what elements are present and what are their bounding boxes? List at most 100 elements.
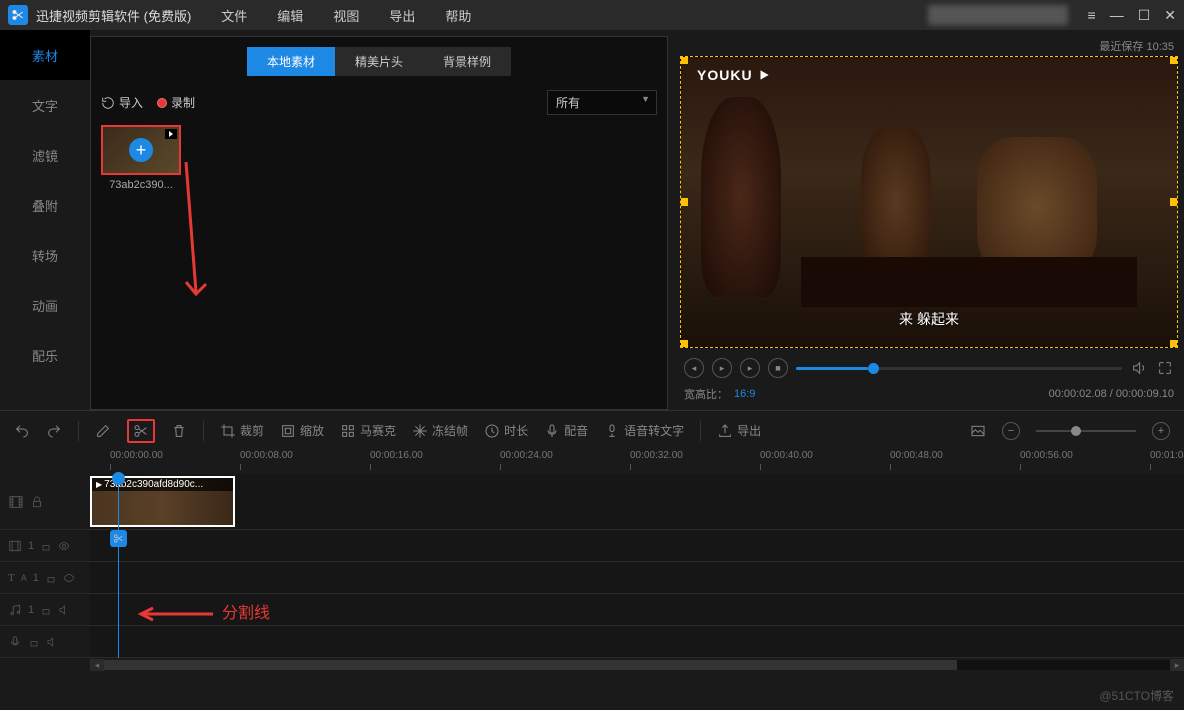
lock-icon[interactable] [40,604,52,616]
record-icon [157,98,167,108]
thumbnail-toggle[interactable] [970,423,986,439]
next-frame-button[interactable]: ▸ [740,358,760,378]
media-tab-intro[interactable]: 精美片头 [335,47,423,76]
edit-button[interactable] [95,423,111,439]
freeze-button[interactable]: 冻结帧 [412,422,468,439]
menu-help[interactable]: 帮助 [445,6,471,25]
export-button[interactable]: 导出 [717,422,761,439]
progress-knob[interactable] [868,363,879,374]
filter-dropdown[interactable]: 所有 [547,90,657,115]
preview-progress[interactable] [796,367,1122,370]
sidebar-tab-transition[interactable]: 转场 [0,230,90,280]
video-watermark: YOUKU [697,67,771,83]
zoom-knob[interactable] [1071,426,1081,436]
scroll-track[interactable] [104,660,1170,670]
lock-icon[interactable] [40,540,52,552]
dub-button[interactable]: 配音 [544,422,588,439]
media-item-name: 73ab2c390... [101,179,181,191]
sidebar-tab-text[interactable]: 文字 [0,80,90,130]
zoom-button[interactable]: 缩放 [280,422,324,439]
eye-icon[interactable] [63,572,75,584]
redo-button[interactable] [46,423,62,439]
maximize-icon[interactable]: ☐ [1138,7,1151,24]
user-area-blurred [928,5,1068,25]
media-thumbnail[interactable]: + [101,125,181,175]
media-tab-bg[interactable]: 背景样例 [423,47,511,76]
scroll-thumb[interactable] [104,660,957,670]
volume-icon[interactable] [1130,359,1148,377]
speaker-icon[interactable] [46,636,58,648]
ruler-tick: 00:00:08.00 [240,450,293,461]
timeline: 00:00:00.00 00:00:08.00 00:00:16.00 00:0… [0,450,1184,672]
preview-viewport[interactable]: YOUKU 来 躲起来 [680,56,1178,348]
hamburger-icon[interactable]: ≡ [1088,7,1096,24]
menu-view[interactable]: 视图 [333,6,359,25]
record-button[interactable]: 录制 [157,94,195,111]
media-item[interactable]: + 73ab2c390... [101,125,181,191]
resize-handle[interactable] [1170,198,1178,206]
music-icon [8,603,22,617]
mic-icon [544,423,560,439]
video-subtitle: 来 躲起来 [899,309,959,329]
sidebar-tab-animation[interactable]: 动画 [0,280,90,330]
crop-button[interactable]: 裁剪 [220,422,264,439]
ruler-tick: 00:00:24.00 [500,450,553,461]
resize-handle[interactable] [680,198,688,206]
stt-button[interactable]: 语音转文字 [604,422,684,439]
timeline-hscroll[interactable]: ◂ ▸ [90,658,1184,672]
ruler-tick: 00:00:32.00 [630,450,683,461]
sidebar-tab-music[interactable]: 配乐 [0,330,90,380]
ruler-tick: 00:00:16.00 [370,450,423,461]
minimize-icon[interactable]: — [1110,7,1124,24]
menu-export[interactable]: 导出 [389,6,415,25]
film-icon [8,494,24,510]
playhead-knob[interactable] [112,472,125,485]
stop-button[interactable]: ■ [768,358,788,378]
play-button[interactable]: ▸ [712,358,732,378]
timeline-ruler[interactable]: 00:00:00.00 00:00:08.00 00:00:16.00 00:0… [90,450,1184,474]
track-body[interactable]: 73ab2c390afd8d90c... [90,474,1184,529]
timeline-clip[interactable]: 73ab2c390afd8d90c... [90,476,235,527]
sidebar-tab-filter[interactable]: 滤镜 [0,130,90,180]
sidebar-tab-overlay[interactable]: 叠附 [0,180,90,230]
undo-button[interactable] [14,423,30,439]
speaker-icon[interactable] [58,604,70,616]
resize-handle[interactable] [1170,340,1178,348]
mosaic-button[interactable]: 马赛克 [340,422,396,439]
menu-edit[interactable]: 编辑 [277,6,303,25]
prev-frame-button[interactable]: ◂ [684,358,704,378]
resize-handle[interactable] [680,340,688,348]
import-button[interactable]: 导入 [101,94,143,111]
scroll-right-button[interactable]: ▸ [1170,659,1184,671]
zoom-in-button[interactable]: + [1152,422,1170,440]
scroll-left-button[interactable]: ◂ [90,659,104,671]
duration-button[interactable]: 时长 [484,422,528,439]
media-tab-local[interactable]: 本地素材 [247,47,335,76]
lock-icon[interactable] [30,495,44,509]
add-to-timeline-icon[interactable]: + [129,138,153,162]
lock-icon[interactable] [45,572,57,584]
fullscreen-icon[interactable] [1156,359,1174,377]
mosaic-icon [340,423,356,439]
track-body[interactable] [90,626,1184,657]
ruler-tick: 00:00:56.00 [1020,450,1073,461]
track-body[interactable] [90,530,1184,561]
playhead[interactable] [118,474,119,658]
delete-button[interactable] [171,423,187,439]
menu-file[interactable]: 文件 [221,6,247,25]
eye-icon[interactable] [58,540,70,552]
lock-icon[interactable] [28,636,40,648]
aspect-value[interactable]: 16:9 [734,388,755,400]
close-icon[interactable]: ✕ [1164,7,1176,24]
resize-handle[interactable] [1170,56,1178,64]
redo-icon [46,423,62,439]
zoom-out-button[interactable]: − [1002,422,1020,440]
track-body[interactable] [90,594,1184,625]
import-label: 导入 [119,94,143,111]
split-button[interactable] [127,419,155,443]
track-head [0,626,90,657]
zoom-slider[interactable] [1036,430,1136,432]
sidebar-tab-media[interactable]: 素材 [0,30,90,80]
resize-handle[interactable] [680,56,688,64]
track-body[interactable] [90,562,1184,593]
